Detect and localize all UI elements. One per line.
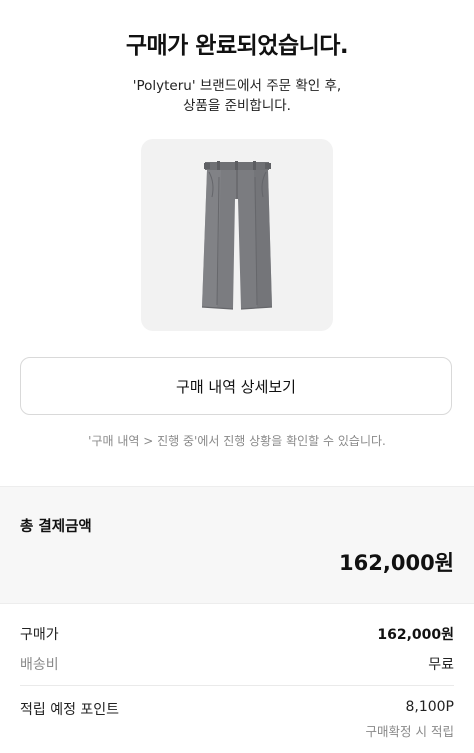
total-payment-amount: 162,000원: [339, 551, 454, 575]
page-title: 구매가 완료되었습니다.: [125, 33, 349, 59]
breakdown-divider: [20, 685, 454, 686]
shipping-fee-value: 무료: [428, 657, 454, 673]
expected-points-value: 8,100P: [405, 699, 454, 715]
subtitle-line-2: 상품을 준비합니다.: [183, 98, 291, 114]
order-subtitle: 'Polyteru' 브랜드에서 주문 확인 후, 상품을 준비합니다.: [0, 76, 474, 116]
trousers-image-icon: [201, 161, 273, 310]
progress-info-note: '구매 내역 > 진행 중'에서 진행 상황을 확인할 수 있습니다.: [88, 434, 386, 448]
points-note: 구매확정 시 적립: [365, 724, 454, 739]
total-payment-section: 총 결제금액 162,000원: [0, 486, 474, 604]
product-image-card: [141, 139, 333, 331]
purchase-price-label: 구매가: [20, 627, 59, 643]
subtitle-line-1: 'Polyteru' 브랜드에서 주문 확인 후,: [132, 78, 342, 94]
purchase-price-value: 162,000원: [377, 627, 454, 643]
order-detail-button[interactable]: 구매 내역 상세보기: [20, 357, 452, 415]
total-payment-label: 총 결제금액: [20, 519, 92, 535]
shipping-fee-label: 배송비: [20, 657, 59, 673]
expected-points-label: 적립 예정 포인트: [20, 702, 120, 718]
